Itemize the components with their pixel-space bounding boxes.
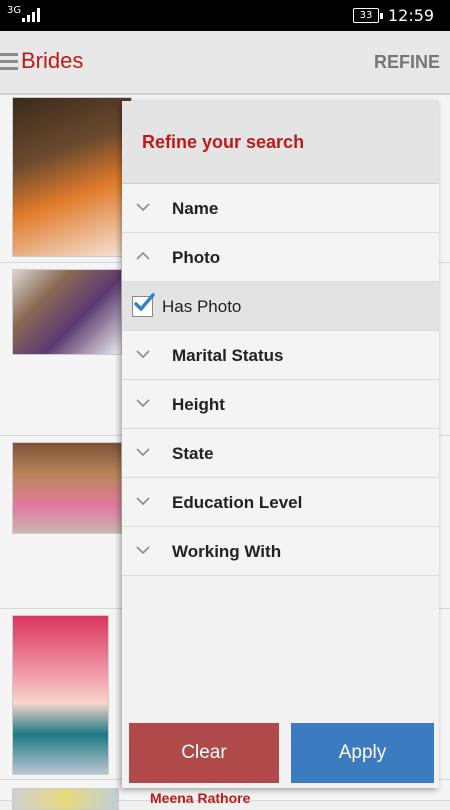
status-bar: 3G 33 12:59 PM [0, 0, 450, 43]
app-bar: Brides REFINE [0, 31, 450, 95]
refine-panel-header: Refine your search [122, 101, 439, 184]
filter-label: State [172, 444, 214, 463]
chevron-down-icon [136, 203, 150, 212]
refine-panel-title: Refine your search [142, 132, 305, 152]
checkmark-icon [134, 293, 155, 311]
apply-button[interactable]: Apply [291, 723, 434, 783]
filter-label: Name [172, 199, 219, 218]
clock-time: 12:59 [388, 6, 435, 25]
filter-photo[interactable]: Photo [122, 233, 439, 282]
chevron-down-icon [136, 497, 150, 506]
battery-level: 33 [359, 10, 373, 21]
profile-photo[interactable] [12, 97, 132, 257]
has-photo-option[interactable]: Has Photo [122, 282, 439, 331]
hamburger-menu-icon[interactable] [0, 53, 18, 71]
filter-label: Photo [172, 248, 221, 267]
refine-button[interactable]: REFINE [374, 52, 440, 73]
profile-photo[interactable] [12, 788, 119, 810]
page-title: Brides [21, 48, 84, 73]
filter-height[interactable]: Height [122, 380, 439, 429]
filter-name[interactable]: Name [122, 184, 439, 233]
filter-label: Education Level [172, 493, 303, 512]
profile-photo[interactable] [12, 269, 122, 355]
chevron-down-icon [136, 350, 150, 359]
chevron-down-icon [136, 448, 150, 457]
filter-working-with[interactable]: Working With [122, 527, 439, 576]
profile-photo[interactable] [12, 442, 122, 534]
filter-label: Marital Status [172, 346, 284, 365]
battery-icon: 33 [353, 8, 383, 23]
chevron-up-icon [136, 251, 150, 260]
profile-name[interactable]: Meena Rathore [150, 790, 250, 806]
filter-label: Height [172, 395, 225, 414]
signal-icon [22, 8, 40, 22]
chevron-down-icon [136, 399, 150, 408]
network-type: 3G [7, 5, 22, 16]
profile-photo[interactable] [12, 615, 109, 775]
filter-marital-status[interactable]: Marital Status [122, 331, 439, 380]
filter-label: Working With [172, 542, 282, 561]
filter-education-level[interactable]: Education Level [122, 478, 439, 527]
clear-button[interactable]: Clear [129, 723, 279, 783]
refine-panel: Refine your search Name Photo Has Photo … [122, 101, 439, 788]
has-photo-label: Has Photo [162, 297, 242, 316]
has-photo-checkbox[interactable] [132, 293, 155, 317]
filter-state[interactable]: State [122, 429, 439, 478]
chevron-down-icon [136, 546, 150, 555]
